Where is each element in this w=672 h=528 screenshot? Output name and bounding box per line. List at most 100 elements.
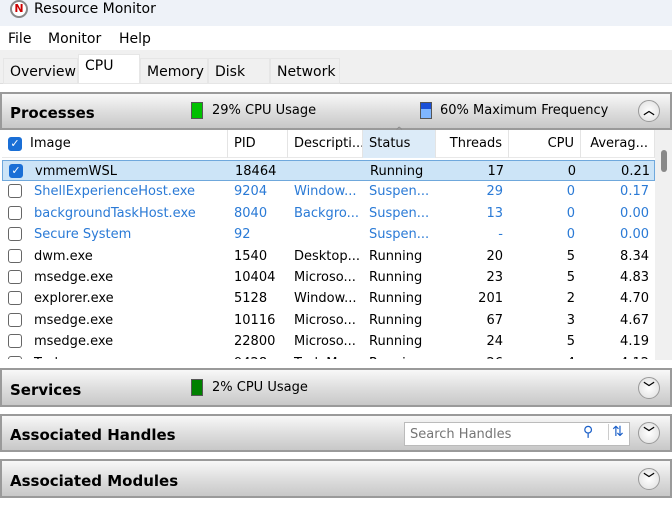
column-cpu[interactable]: CPU <box>509 130 581 158</box>
cell-desc: Window... <box>294 184 357 200</box>
process-checkbox[interactable] <box>8 270 22 284</box>
menu-help[interactable]: Help <box>119 31 151 47</box>
column-description[interactable]: Descripti... <box>288 130 363 158</box>
collapse-chevron-up-icon[interactable]: ︿ <box>638 100 660 122</box>
cell-pid: 10116 <box>234 312 276 328</box>
cell-threads: 17 <box>487 164 504 179</box>
cell-avg: 4.19 <box>620 334 649 350</box>
cell-desc: Microso... <box>294 270 356 285</box>
expand-chevron-down-icon[interactable]: ﹀ <box>638 468 660 490</box>
processes-header[interactable]: Processes 29% CPU Usage 60% Maximum Freq… <box>0 92 672 130</box>
cell-cpu: 0 <box>566 205 575 221</box>
processes-max-frequency: 60% Maximum Frequency <box>440 103 609 118</box>
services-cpu-usage: 2% CPU Usage <box>212 380 308 395</box>
process-row[interactable]: Secure System 92 Suspen... - 0 0.00 <box>2 224 655 245</box>
processes-title: Processes <box>10 104 95 122</box>
column-pid[interactable]: PID <box>228 130 288 158</box>
cell-avg: 4.12 <box>581 353 655 359</box>
cell-status: Suspen... <box>369 184 430 200</box>
process-row[interactable]: msedge.exe 10404 Microso... Running 23 5 4.83 <box>2 267 655 288</box>
column-image[interactable]: Image <box>24 130 228 158</box>
search-handles-field[interactable]: ⚲ ⇅ <box>404 422 630 446</box>
cell-status: Running <box>370 164 424 179</box>
process-row[interactable]: backgroundTaskHost.exe 8040 Backgro... Susp… <box>2 203 655 224</box>
process-checkbox[interactable] <box>8 184 22 199</box>
cell-desc: Microso... <box>294 312 356 328</box>
cell-cpu: 2 <box>566 291 575 307</box>
cell-pid: 9204 <box>234 184 268 200</box>
process-row[interactable]: ✓ vmmemWSL 18464 Running 17 0 0.21 <box>2 160 655 181</box>
cell-pid: 92 <box>234 227 251 243</box>
cell-status: Running <box>369 312 423 328</box>
scrollbar-thumb[interactable] <box>661 150 667 172</box>
cell-cpu: 5 <box>566 248 575 264</box>
cell-avg: 8.34 <box>620 248 649 264</box>
cell-status: Running <box>369 334 423 350</box>
tab-disk[interactable]: Disk <box>208 58 270 84</box>
process-checkbox[interactable]: ✓ <box>9 164 23 178</box>
services-header[interactable]: Services 2% CPU Usage ﹀ <box>0 368 672 407</box>
cell-image: backgroundTaskHost.exe <box>34 205 196 221</box>
process-checkbox[interactable] <box>8 355 22 359</box>
cell-avg: 0.21 <box>621 164 650 179</box>
cell-threads: 23 <box>486 270 503 285</box>
cell-threads: - <box>498 227 503 243</box>
expand-chevron-down-icon[interactable]: ﹀ <box>638 422 660 444</box>
cell-desc: Desktop... <box>294 248 361 264</box>
cell-status: Running <box>369 291 423 307</box>
tab-overview[interactable]: Overview <box>3 58 78 84</box>
cell-cpu: 0 <box>567 164 576 179</box>
process-column-headers: ✓ Image PID Descripti... Status ^ Thread… <box>2 126 655 158</box>
cell-image: vmmemWSL <box>35 164 118 179</box>
cell-avg: 0.17 <box>620 184 649 200</box>
column-average[interactable]: Averag... <box>581 130 655 158</box>
cell-status: Running <box>369 270 423 285</box>
frequency-gauge-icon <box>420 102 432 119</box>
process-checkbox[interactable] <box>8 291 22 306</box>
processes-cpu-usage: 29% CPU Usage <box>212 103 317 118</box>
refresh-icon[interactable]: ⇅ <box>608 424 624 440</box>
cell-pid: 1540 <box>234 248 268 264</box>
handles-title: Associated Handles <box>10 426 176 444</box>
tab-memory[interactable]: Memory <box>140 58 208 84</box>
tab-cpu[interactable]: CPU <box>78 54 140 84</box>
column-threads[interactable]: Threads <box>436 130 509 158</box>
search-handles-input[interactable] <box>405 423 575 445</box>
cell-avg: 0.00 <box>620 205 649 221</box>
process-checkbox[interactable] <box>8 227 22 242</box>
process-row[interactable]: ShellExperienceHost.exe 9204 Window... Susp… <box>2 181 655 202</box>
expand-chevron-down-icon[interactable]: ﹀ <box>638 377 660 399</box>
process-row[interactable]: msedge.exe 22800 Microso... Running 24 5 4.19 <box>2 331 655 352</box>
process-row[interactable]: explorer.exe 5128 Window... Running 201 2 4.70 <box>2 288 655 309</box>
cell-status: Suspen... <box>369 205 430 221</box>
process-checkbox[interactable] <box>8 312 22 327</box>
cell-threads: 26 <box>436 353 509 359</box>
modules-header[interactable]: Associated Modules ﹀ <box>0 459 672 498</box>
menu-file[interactable]: File <box>8 31 31 47</box>
process-checkbox[interactable] <box>8 205 22 220</box>
cell-threads: 67 <box>486 312 503 328</box>
cell-cpu: 5 <box>566 270 575 285</box>
cell-cpu: 3 <box>566 312 575 328</box>
cell-pid: 10404 <box>234 270 276 285</box>
cell-cpu: 5 <box>566 334 575 350</box>
menu-monitor[interactable]: Monitor <box>48 31 101 47</box>
cell-threads: 20 <box>486 248 503 264</box>
select-all-checkbox[interactable]: ✓ <box>8 137 22 151</box>
process-row[interactable]: Taskmgr.exe9428Task Ma...Running2644.12 <box>2 353 655 359</box>
cell-pid: 5128 <box>234 291 268 307</box>
tab-network[interactable]: Network <box>270 58 340 84</box>
cell-image: Secure System <box>34 227 132 243</box>
cell-image: explorer.exe <box>34 291 114 307</box>
process-row[interactable]: msedge.exe 10116 Microso... Running 67 3 4.67 <box>2 310 655 331</box>
process-checkbox[interactable] <box>8 248 22 263</box>
process-row[interactable]: dwm.exe 1540 Desktop... Running 20 5 8.34 <box>2 246 655 267</box>
cell-cpu: 0 <box>566 227 575 243</box>
cell-image: msedge.exe <box>34 334 114 350</box>
cell-threads: 13 <box>486 205 503 221</box>
cell-cpu: 4 <box>509 353 581 359</box>
modules-title: Associated Modules <box>10 472 179 490</box>
search-icon[interactable]: ⚲ <box>583 424 593 440</box>
process-checkbox[interactable] <box>8 334 22 349</box>
services-title: Services <box>10 381 82 399</box>
